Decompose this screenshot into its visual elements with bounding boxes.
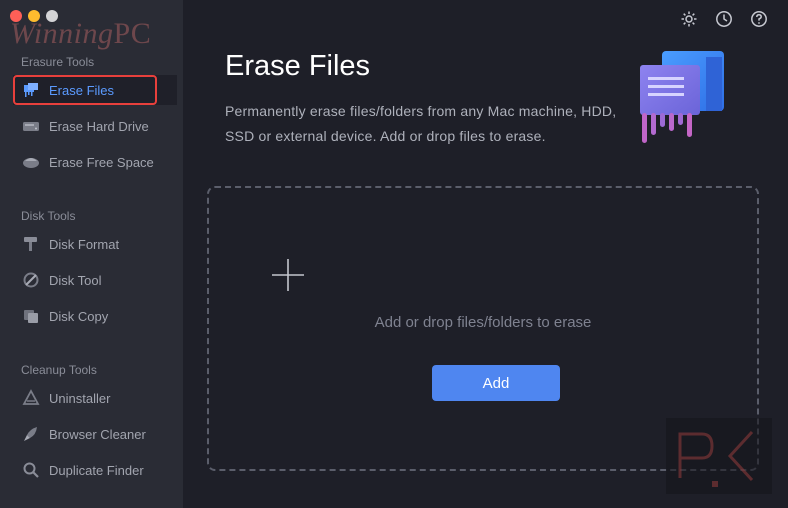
group-title-erasure-tools: Erasure Tools xyxy=(21,55,95,69)
sidebar-item-label: Disk Tool xyxy=(49,272,102,288)
duplicate-finder-icon xyxy=(22,461,40,479)
sidebar: WinningPC Erasure Tools Erase Files Eras… xyxy=(0,0,183,508)
pc-watermark-logo xyxy=(666,418,772,494)
sidebar-item-disk-tool[interactable]: Disk Tool xyxy=(13,265,177,295)
settings-icon[interactable] xyxy=(680,10,698,28)
group-title-disk-tools: Disk Tools xyxy=(21,209,76,223)
disk-format-icon xyxy=(22,235,40,253)
page-description: Permanently erase files/folders from any… xyxy=(225,103,617,144)
disk-tool-icon xyxy=(22,271,40,289)
free-space-icon xyxy=(22,153,40,171)
drop-zone-hint: Add or drop files/folders to erase xyxy=(374,314,592,331)
sidebar-item-label: Erase Hard Drive xyxy=(49,118,149,134)
uninstaller-icon xyxy=(22,389,40,407)
toolbar-icons xyxy=(680,10,768,28)
sidebar-item-label: Erase Free Space xyxy=(49,154,154,170)
sidebar-item-duplicate-finder[interactable]: Duplicate Finder xyxy=(13,455,177,485)
erase-files-illustration xyxy=(640,51,724,143)
add-button[interactable]: Add xyxy=(432,365,560,401)
page-title: Erase Files xyxy=(225,50,371,82)
sidebar-item-label: Disk Format xyxy=(49,236,120,252)
app-window: WinningPC Erasure Tools Erase Files Eras… xyxy=(0,0,788,508)
history-icon[interactable] xyxy=(715,10,733,28)
sidebar-item-disk-copy[interactable]: Disk Copy xyxy=(13,301,177,331)
sidebar-item-label: Browser Cleaner xyxy=(49,426,146,442)
help-icon[interactable] xyxy=(750,10,768,28)
sidebar-item-erase-free-space[interactable]: Erase Free Space xyxy=(13,147,177,177)
browser-cleaner-icon xyxy=(22,425,40,443)
disk-copy-icon xyxy=(22,307,40,325)
sidebar-item-erase-files[interactable]: Erase Files xyxy=(13,75,177,105)
plus-icon[interactable] xyxy=(271,258,305,292)
sidebar-item-browser-cleaner[interactable]: Browser Cleaner xyxy=(13,419,177,449)
sidebar-item-label: Disk Copy xyxy=(49,308,109,324)
hard-drive-icon xyxy=(22,117,40,135)
selection-highlight xyxy=(13,75,157,105)
sidebar-item-erase-hard-drive[interactable]: Erase Hard Drive xyxy=(13,111,177,141)
watermark-logo: WinningPC xyxy=(10,17,152,50)
group-title-cleanup-tools: Cleanup Tools xyxy=(21,363,97,377)
sidebar-item-label: Uninstaller xyxy=(49,390,111,406)
sidebar-item-disk-format[interactable]: Disk Format xyxy=(13,229,177,259)
sidebar-item-label: Duplicate Finder xyxy=(49,462,144,478)
sidebar-item-uninstaller[interactable]: Uninstaller xyxy=(13,383,177,413)
